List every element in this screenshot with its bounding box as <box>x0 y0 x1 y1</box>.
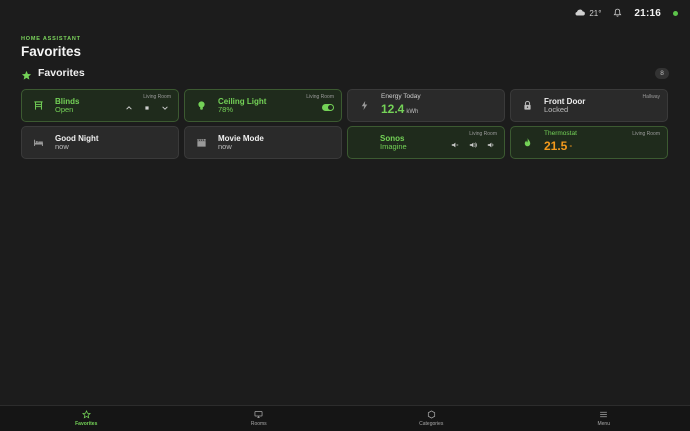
weather-temperature: 21° <box>589 9 602 18</box>
nav-menu[interactable]: Menu <box>518 406 690 431</box>
connection-status-dot <box>673 11 678 16</box>
favorites-grid: Blinds Open Living Room Ceiling Light 78… <box>21 89 669 159</box>
card-state: Open <box>55 104 74 114</box>
card-good-night[interactable]: Good Night now <box>21 126 179 159</box>
volume-mute-icon[interactable] <box>450 140 459 149</box>
lightning-icon <box>358 100 370 112</box>
room-label: Living Room <box>632 131 660 137</box>
volume-down-icon[interactable] <box>486 140 495 149</box>
card-name: Energy Today <box>381 92 421 100</box>
hexagon-icon <box>427 410 436 419</box>
nav-rooms[interactable]: Rooms <box>173 406 346 431</box>
section-header: Favorites 8 <box>21 65 669 81</box>
toggle-knob <box>328 105 333 110</box>
page-title: Favorites <box>21 44 82 59</box>
nav-favorites[interactable]: Favorites <box>0 406 173 431</box>
star-icon <box>81 410 91 419</box>
room-label: Hallway <box>642 94 660 100</box>
blinds-controls <box>124 103 169 112</box>
chevron-down-icon[interactable] <box>160 103 169 112</box>
cloud-icon <box>575 9 586 18</box>
nav-label: Rooms <box>250 421 267 427</box>
card-energy-today[interactable]: Energy Today 12.4 kWh <box>347 89 505 122</box>
monitor-icon <box>254 410 263 419</box>
nav-label: Categories <box>419 421 444 427</box>
nav-categories[interactable]: Categories <box>345 406 518 431</box>
energy-unit: kWh <box>406 109 419 116</box>
weather-widget[interactable]: 21° <box>575 9 601 18</box>
card-state: Locked <box>544 104 569 114</box>
card-state: now <box>55 141 69 151</box>
status-area: 21° 21:16 <box>575 8 678 19</box>
bed-icon <box>32 137 44 149</box>
card-state: Imagine <box>380 141 407 151</box>
room-label: Living Room <box>306 94 334 100</box>
card-state: 78% <box>218 104 234 114</box>
light-toggle[interactable] <box>322 104 334 111</box>
card-blinds[interactable]: Blinds Open Living Room <box>21 89 179 122</box>
nav-label: Favorites <box>75 421 98 427</box>
thermostat-unit: ° <box>569 145 573 153</box>
card-thermostat[interactable]: Thermostat 21.5 ° Living Room <box>510 126 668 159</box>
chevron-up-icon[interactable] <box>124 103 133 112</box>
card-ceiling-light[interactable]: Ceiling Light 78% Living Room <box>184 89 342 122</box>
star-icon <box>21 68 32 80</box>
clock: 21:16 <box>634 8 661 19</box>
card-front-door[interactable]: Front Door Locked Hallway <box>510 89 668 122</box>
page-header: HOME ASSISTANT Favorites <box>21 36 81 59</box>
nav-label: Menu <box>597 421 610 427</box>
lightbulb-icon <box>195 100 207 112</box>
bottom-nav: Favorites Rooms Categories Menu <box>0 405 690 431</box>
top-bar: 21° 21:16 <box>0 0 690 28</box>
card-state: now <box>218 141 232 151</box>
room-label: Living Room <box>143 94 171 100</box>
room-label: Living Room <box>469 131 497 137</box>
card-sonos[interactable]: Sonos Imagine Living Room <box>347 126 505 159</box>
card-movie-mode[interactable]: Movie Mode now <box>184 126 342 159</box>
thermostat-value: 21.5 <box>544 139 568 154</box>
blinds-icon <box>32 100 44 112</box>
volume-up-icon[interactable] <box>468 140 477 149</box>
bell-icon[interactable] <box>613 8 622 19</box>
count-badge: 8 <box>655 67 669 79</box>
lock-icon <box>521 100 533 112</box>
media-controls <box>450 140 495 149</box>
menu-icon <box>599 410 608 419</box>
stop-icon[interactable] <box>142 103 151 112</box>
app-label: HOME ASSISTANT <box>21 36 81 42</box>
flame-icon <box>521 137 533 149</box>
clapperboard-icon <box>195 137 207 149</box>
energy-value: 12.4 <box>381 102 405 117</box>
section-title: Favorites <box>38 67 85 79</box>
card-name: Thermostat <box>544 129 577 137</box>
